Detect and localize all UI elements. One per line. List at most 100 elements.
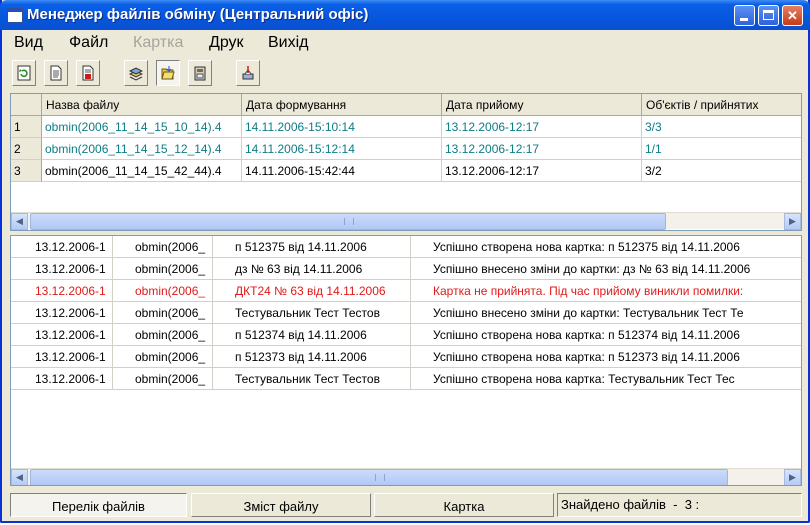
scroll-left-button[interactable]: ◀	[11, 469, 28, 485]
table-row-objects[interactable]: 3/2	[642, 160, 801, 182]
tab-card[interactable]: Картка	[374, 493, 554, 517]
log-row-object[interactable]: п 512374 від 14.11.2006	[213, 324, 411, 346]
log-row-message[interactable]: Успішно внесено зміни до картки: дз № 63…	[411, 258, 801, 280]
window-title: Менеджер файлів обміну (Центральний офіс…	[27, 6, 369, 23]
grip-icon	[344, 218, 354, 225]
column-header-received[interactable]: Дата прийому	[442, 94, 642, 116]
arrow-left-icon: ◀	[16, 216, 23, 226]
close-button[interactable]: ✕	[782, 5, 803, 26]
scroll-left-button[interactable]: ◀	[11, 213, 28, 230]
log-row-message[interactable]: Успішно створена нова картка: п 512374 в…	[411, 324, 801, 346]
menu-card[interactable]: Картка	[133, 34, 183, 52]
log-row-object[interactable]: Тестувальник Тест Тестов	[213, 302, 411, 324]
table-row-received[interactable]: 13.12.2006-12:17	[442, 116, 642, 138]
status-bar: Перелік файлів Зміст файлу Картка Знайде…	[2, 492, 808, 520]
log-row-message[interactable]: Успішно створена нова картка: п 512375 в…	[411, 236, 801, 258]
close-icon: ✕	[787, 8, 798, 23]
layers-button[interactable]	[124, 60, 148, 86]
row-number-header	[11, 94, 42, 116]
tab-file-list[interactable]: Перелік файлів	[10, 493, 187, 517]
arrow-right-icon: ▶	[789, 472, 796, 482]
scroll-thumb[interactable]	[30, 469, 728, 485]
maximize-icon	[763, 10, 774, 20]
column-header-objects[interactable]: Об'єктів / прийнятих	[642, 94, 801, 116]
maximize-button[interactable]	[758, 5, 779, 26]
files-horizontal-scrollbar[interactable]: ◀ ▶	[11, 212, 801, 230]
archive-icon	[194, 66, 206, 81]
table-row-created[interactable]: 14.11.2006-15:10:14	[242, 116, 442, 138]
log-row-date[interactable]: 13.12.2006-1	[11, 368, 113, 390]
log-row-file[interactable]: obmin(2006_	[113, 258, 213, 280]
error-document-button[interactable]	[76, 60, 100, 86]
scroll-right-button[interactable]: ▶	[784, 213, 801, 230]
table-row-received[interactable]: 13.12.2006-12:17	[442, 138, 642, 160]
log-row-message[interactable]: Успішно створена нова картка: Тестувальн…	[411, 368, 801, 390]
menu-print[interactable]: Друк	[209, 34, 244, 52]
menu-bar: Вид Файл Картка Друк Вихід	[2, 31, 808, 55]
files-found-status: Знайдено файлів - 3 :	[557, 493, 802, 517]
archive-button[interactable]	[188, 60, 212, 86]
log-row-object[interactable]: дз № 63 від 14.11.2006	[213, 258, 411, 280]
table-row-filename[interactable]: obmin(2006_11_14_15_10_14).4	[42, 116, 242, 138]
log-row-object[interactable]: п 512375 від 14.11.2006	[213, 236, 411, 258]
refresh-button[interactable]	[12, 60, 36, 86]
stack-icon	[129, 67, 143, 81]
log-row-file[interactable]: obmin(2006_	[113, 368, 213, 390]
folder-open-icon	[161, 66, 175, 80]
column-header-created[interactable]: Дата формування	[242, 94, 442, 116]
row-number[interactable]: 1	[11, 116, 42, 138]
table-row-filename[interactable]: obmin(2006_11_14_15_42_44).4	[42, 160, 242, 182]
table-row-received[interactable]: 13.12.2006-12:17	[442, 160, 642, 182]
log-row-date[interactable]: 13.12.2006-1	[11, 280, 113, 302]
arrow-right-icon: ▶	[789, 216, 796, 226]
files-table: Назва файлу Дата формування Дата прийому…	[10, 93, 802, 231]
log-row-file[interactable]: obmin(2006_	[113, 324, 213, 346]
table-row-created[interactable]: 14.11.2006-15:12:14	[242, 138, 442, 160]
tab-file-content[interactable]: Зміст файлу	[191, 493, 371, 517]
log-table: 13.12.2006-1 obmin(2006_ п 512375 від 14.1…	[10, 235, 802, 486]
row-number[interactable]: 3	[11, 160, 42, 182]
log-row-date[interactable]: 13.12.2006-1	[11, 346, 113, 368]
log-horizontal-scrollbar[interactable]: ◀ ▶	[11, 468, 801, 485]
arrow-left-icon: ◀	[16, 472, 23, 482]
log-row-date[interactable]: 13.12.2006-1	[11, 236, 113, 258]
column-header-filename[interactable]: Назва файлу	[42, 94, 242, 116]
app-window-icon	[7, 8, 23, 23]
log-row-file[interactable]: obmin(2006_	[113, 236, 213, 258]
log-row-file[interactable]: obmin(2006_	[113, 280, 213, 302]
grip-icon	[375, 474, 385, 481]
log-row-date[interactable]: 13.12.2006-1	[11, 302, 113, 324]
row-number[interactable]: 2	[11, 138, 42, 160]
export-button[interactable]	[236, 60, 260, 86]
document-red-icon	[82, 65, 94, 81]
log-row-message[interactable]: Успішно створена нова картка: п 512373 в…	[411, 346, 801, 368]
log-row-object[interactable]: п 512373 від 14.11.2006	[213, 346, 411, 368]
menu-file[interactable]: Файл	[69, 34, 108, 52]
title-bar[interactable]: Менеджер файлів обміну (Центральний офіс…	[0, 0, 810, 30]
log-row-message[interactable]: Картка не прийнята. Під час прийому вини…	[411, 280, 801, 302]
table-row-filename[interactable]: obmin(2006_11_14_15_12_14).4	[42, 138, 242, 160]
log-row-date[interactable]: 13.12.2006-1	[11, 324, 113, 346]
log-row-object[interactable]: Тестувальник Тест Тестов	[213, 368, 411, 390]
table-row-created[interactable]: 14.11.2006-15:42:44	[242, 160, 442, 182]
log-row-file[interactable]: obmin(2006_	[113, 302, 213, 324]
export-icon	[242, 66, 254, 80]
log-row-object[interactable]: ДКТ24 № 63 від 14.11.2006	[213, 280, 411, 302]
scroll-right-button[interactable]: ▶	[784, 469, 801, 485]
refresh-icon	[17, 65, 31, 81]
menu-view[interactable]: Вид	[14, 34, 43, 52]
log-row-date[interactable]: 13.12.2006-1	[11, 258, 113, 280]
minimize-button[interactable]	[734, 5, 755, 26]
toolbar	[2, 58, 808, 90]
document-icon	[50, 65, 62, 81]
table-row-objects[interactable]: 3/3	[642, 116, 801, 138]
table-row-objects[interactable]: 1/1	[642, 138, 801, 160]
scroll-thumb[interactable]	[30, 213, 666, 230]
log-row-message[interactable]: Успішно внесено зміни до картки: Тестува…	[411, 302, 801, 324]
menu-exit[interactable]: Вихід	[268, 34, 309, 52]
open-folder-button[interactable]	[156, 60, 180, 86]
app-window: Менеджер файлів обміну (Центральний офіс…	[0, 0, 810, 523]
minimize-icon	[740, 18, 748, 21]
log-row-file[interactable]: obmin(2006_	[113, 346, 213, 368]
view-document-button[interactable]	[44, 60, 68, 86]
